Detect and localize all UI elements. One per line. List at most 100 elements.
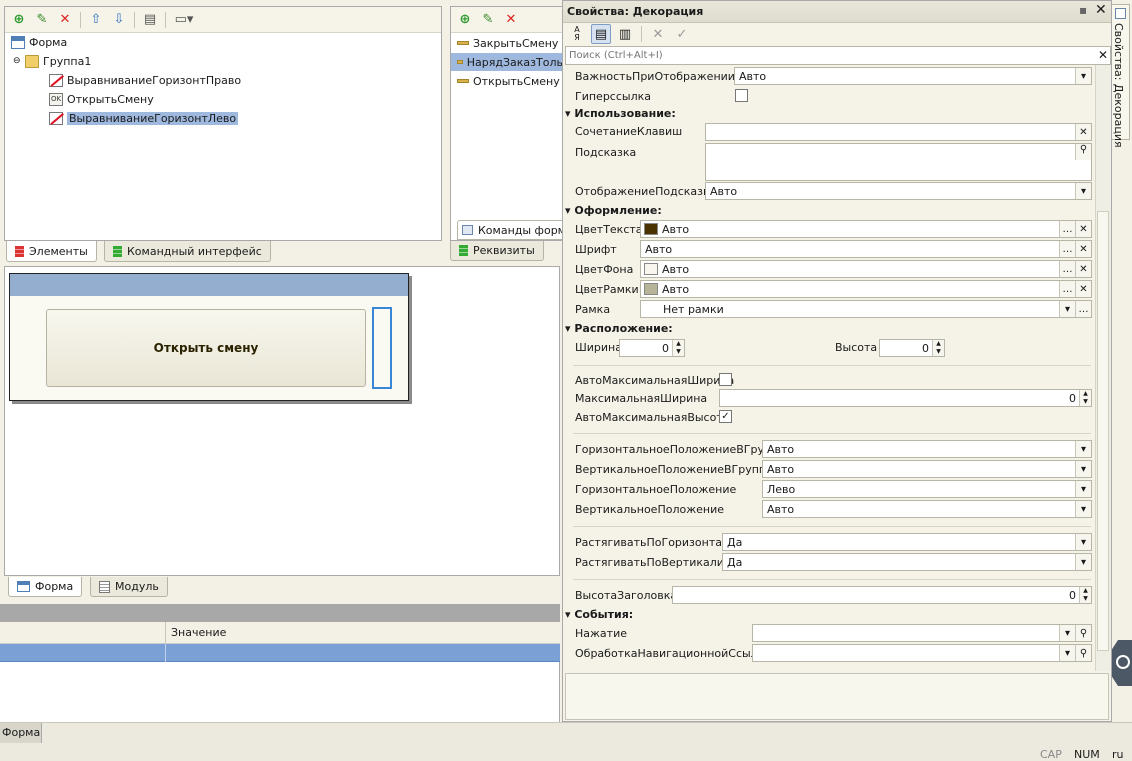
pin-icon[interactable]: ▪ bbox=[1079, 3, 1087, 17]
max-width-input[interactable]: 0 ▲ ▼ bbox=[719, 389, 1092, 407]
side-tab-properties[interactable]: Свойства: Декорация bbox=[1112, 4, 1130, 148]
tree-item-form[interactable]: Форма bbox=[11, 33, 67, 51]
section-events[interactable]: ▾ События: bbox=[565, 608, 633, 621]
search-icon[interactable]: ⚲ bbox=[1075, 144, 1091, 160]
move-up-icon[interactable]: ⇧ bbox=[86, 10, 106, 30]
decoration-selection[interactable] bbox=[372, 307, 392, 389]
add-icon[interactable]: ⊕ bbox=[455, 10, 475, 30]
chevron-down-icon[interactable]: ▾ bbox=[1059, 645, 1075, 661]
tab-form[interactable]: Форма bbox=[8, 577, 83, 597]
list-item-selected[interactable]: НарядЗаказТоль bbox=[451, 53, 562, 71]
section-appearance[interactable]: ▾ Оформление: bbox=[565, 204, 662, 217]
cancel-icon[interactable]: ✕ bbox=[648, 24, 668, 44]
clear-search-icon[interactable]: ✕ bbox=[1098, 48, 1108, 62]
tree-item-group[interactable]: ⊖ Группа1 bbox=[13, 52, 91, 70]
open-shift-button[interactable]: Открыть смену bbox=[46, 309, 366, 387]
chevron-down-icon[interactable]: ▾ bbox=[1059, 625, 1075, 641]
list-item[interactable]: ОткрытьСмену bbox=[457, 72, 560, 90]
hpos-group-select[interactable]: Авто ▾ bbox=[762, 440, 1092, 458]
border-select[interactable]: Нет рамки ▾ … bbox=[640, 300, 1092, 318]
apply-icon[interactable]: ✓ bbox=[672, 24, 692, 44]
search-input[interactable] bbox=[566, 47, 1086, 64]
search-icon[interactable]: ⚲ bbox=[1075, 625, 1091, 641]
vpos-group-select[interactable]: Авто ▾ bbox=[762, 460, 1092, 478]
close-icon[interactable]: ✕ bbox=[1095, 2, 1107, 18]
shortcut-field[interactable]: ✕ bbox=[705, 123, 1092, 141]
clear-icon[interactable]: ✕ bbox=[1075, 261, 1091, 277]
stretch-h-select[interactable]: Да ▾ bbox=[722, 533, 1092, 551]
language-indicator[interactable]: ru bbox=[1112, 748, 1124, 761]
section-usage[interactable]: ▾ Использование: bbox=[565, 107, 676, 120]
tab-elements[interactable]: Элементы bbox=[6, 241, 97, 262]
chevron-down-icon[interactable]: ▾ bbox=[1075, 534, 1091, 550]
clear-icon[interactable]: ✕ bbox=[1075, 221, 1091, 237]
list-item[interactable]: ЗакрытьСмену bbox=[457, 34, 558, 52]
chevron-down-icon[interactable]: ▾ bbox=[1075, 441, 1091, 457]
tooltip-field[interactable]: ⚲ bbox=[705, 143, 1092, 181]
categorized-icon[interactable]: ▤ bbox=[591, 24, 611, 44]
clear-icon[interactable]: ✕ bbox=[1075, 124, 1091, 140]
delete-icon[interactable]: ✕ bbox=[55, 10, 75, 30]
hyperlink-checkbox[interactable] bbox=[735, 89, 748, 102]
hpos-select[interactable]: Лево ▾ bbox=[762, 480, 1092, 498]
spinner-icon[interactable]: ▲ ▼ bbox=[1079, 390, 1091, 406]
sort-alpha-icon[interactable]: АЯ bbox=[567, 24, 587, 44]
importance-select[interactable]: Авто ▾ bbox=[734, 67, 1092, 85]
chevron-down-icon[interactable]: ▾ bbox=[1075, 554, 1091, 570]
bottom-table-splitter[interactable] bbox=[0, 604, 560, 622]
section-location[interactable]: ▾ Расположение: bbox=[565, 322, 673, 335]
filter-icon[interactable]: ▥ bbox=[615, 24, 635, 44]
more-icon[interactable]: … bbox=[1059, 221, 1075, 237]
search-icon[interactable]: ⚲ bbox=[1075, 645, 1091, 661]
click-event-field[interactable]: ▾ ⚲ bbox=[752, 624, 1092, 642]
more-icon[interactable]: … bbox=[1059, 281, 1075, 297]
tab-form-commands[interactable]: Команды форм bbox=[457, 220, 562, 240]
auto-max-width-checkbox[interactable] bbox=[719, 373, 732, 386]
chevron-down-icon[interactable]: ▾ bbox=[1059, 301, 1075, 317]
scrollbar-thumb[interactable] bbox=[1097, 211, 1109, 651]
clear-icon[interactable]: ✕ bbox=[1075, 241, 1091, 257]
text-color-field[interactable]: Авто … ✕ bbox=[640, 220, 1092, 238]
border-color-field[interactable]: Авто … ✕ bbox=[640, 280, 1092, 298]
edit-icon[interactable]: ✎ bbox=[478, 10, 498, 30]
side-navigation-handle[interactable] bbox=[1112, 640, 1132, 686]
move-down-icon[interactable]: ⇩ bbox=[109, 10, 129, 30]
window-tab-form[interactable]: Форма bbox=[0, 723, 42, 743]
more-icon[interactable]: … bbox=[1059, 261, 1075, 277]
font-field[interactable]: Авто … ✕ bbox=[640, 240, 1092, 258]
bg-color-field[interactable]: Авто … ✕ bbox=[640, 260, 1092, 278]
chevron-down-icon[interactable]: ▾ bbox=[1075, 461, 1091, 477]
tree-item-open-shift[interactable]: OK ОткрытьСмену bbox=[49, 90, 154, 108]
delete-icon[interactable]: ✕ bbox=[501, 10, 521, 30]
tooltip-display-select[interactable]: Авто ▾ bbox=[705, 182, 1092, 200]
tree-item-decoration-right[interactable]: ВыравниваниеГоризонтПраво bbox=[49, 71, 241, 89]
spinner-icon[interactable]: ▲ ▼ bbox=[1079, 587, 1091, 603]
table-row-selected[interactable] bbox=[0, 644, 560, 662]
vpos-select[interactable]: Авто ▾ bbox=[762, 500, 1092, 518]
tab-command-interface[interactable]: Командный интерфейс bbox=[104, 241, 271, 262]
clear-icon[interactable]: ✕ bbox=[1075, 281, 1091, 297]
chevron-down-icon[interactable]: ▾ bbox=[1075, 183, 1091, 199]
chevron-down-icon[interactable]: ▾ bbox=[1075, 481, 1091, 497]
tab-module[interactable]: Модуль bbox=[90, 577, 168, 597]
header-height-input[interactable]: 0 ▲ ▼ bbox=[672, 586, 1092, 604]
chevron-down-icon[interactable]: ▾ bbox=[1075, 68, 1091, 84]
tab-attributes[interactable]: Реквизиты bbox=[450, 241, 544, 261]
nav-link-event-field[interactable]: ▾ ⚲ bbox=[752, 644, 1092, 662]
collapse-icon[interactable]: ⊖ bbox=[13, 56, 21, 66]
add-icon[interactable]: ⊕ bbox=[9, 10, 29, 30]
view-menu-icon[interactable]: ▭▾ bbox=[171, 10, 197, 30]
stretch-v-select[interactable]: Да ▾ bbox=[722, 553, 1092, 571]
chevron-down-icon[interactable]: ▾ bbox=[1075, 501, 1091, 517]
width-input[interactable]: 0 ▲ ▼ bbox=[619, 339, 685, 357]
spinner-icon[interactable]: ▲ ▼ bbox=[672, 340, 684, 356]
more-icon[interactable]: … bbox=[1075, 301, 1091, 317]
height-input[interactable]: 0 ▲ ▼ bbox=[879, 339, 945, 357]
more-icon[interactable]: … bbox=[1059, 241, 1075, 257]
spinner-icon[interactable]: ▲ ▼ bbox=[932, 340, 944, 356]
edit-icon[interactable]: ✎ bbox=[32, 10, 52, 30]
tree-item-decoration-left[interactable]: ВыравниваниеГоризонтЛево bbox=[49, 109, 239, 127]
properties-icon[interactable]: ▤ bbox=[140, 10, 160, 30]
auto-max-height-checkbox[interactable]: ✓ bbox=[719, 410, 732, 423]
column-header-value[interactable]: Значение bbox=[171, 626, 226, 639]
